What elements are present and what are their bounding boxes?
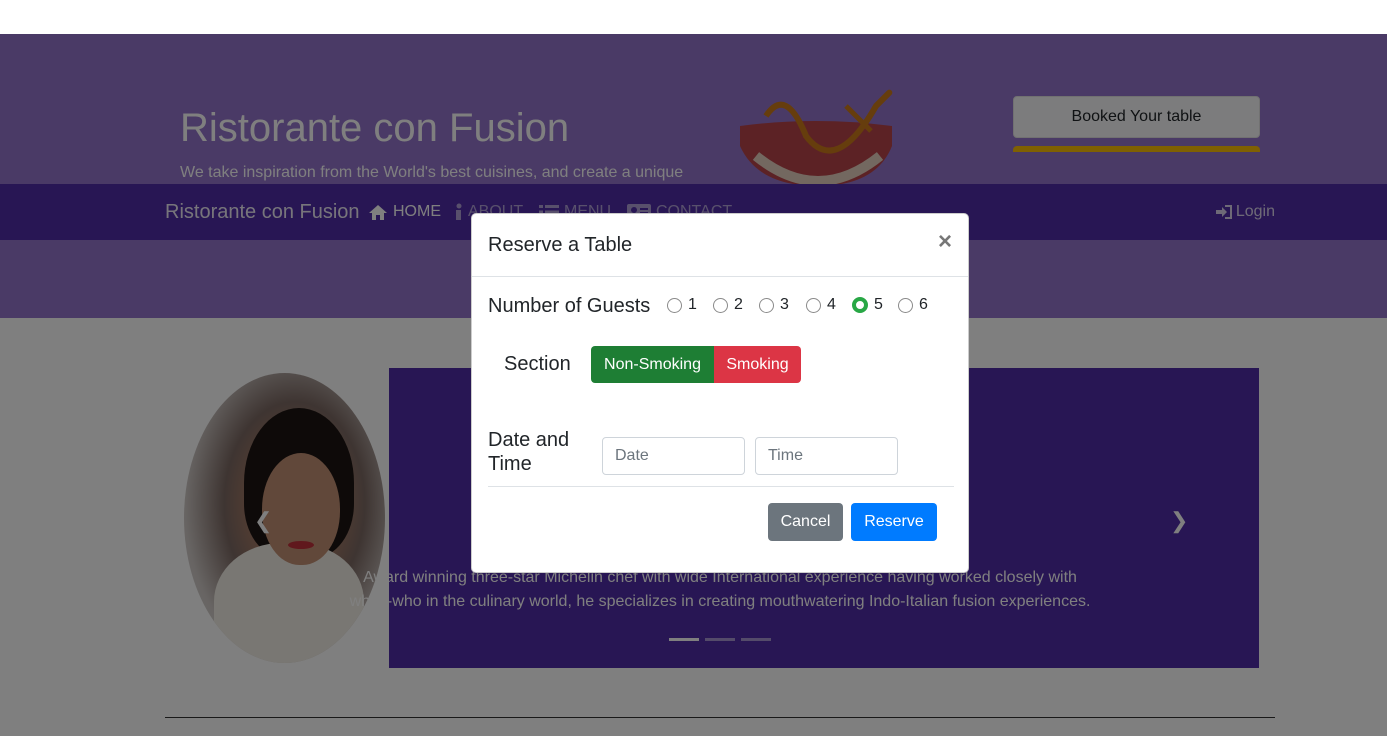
radio-label: 2 — [734, 296, 743, 313]
datetime-label: Date and Time — [488, 428, 569, 476]
guests-radio-3[interactable]: 3 — [759, 296, 789, 314]
guests-label: Number of Guests — [488, 295, 651, 317]
reserve-table-modal: Reserve a Table × Number of Guests 1 2 3… — [471, 213, 969, 573]
section-toggle: Non-Smoking Smoking — [591, 346, 801, 383]
radio-circle[interactable] — [806, 297, 821, 313]
modal-title: Reserve a Table — [488, 234, 633, 256]
radio-circle-checked[interactable] — [852, 297, 868, 313]
radio-label: 6 — [919, 296, 928, 313]
reserve-button[interactable]: Reserve — [851, 503, 937, 541]
non-smoking-button[interactable]: Non-Smoking — [591, 346, 714, 383]
datetime-label-line: Time — [488, 453, 532, 475]
smoking-button[interactable]: Smoking — [714, 346, 801, 383]
guests-radio-1[interactable]: 1 — [667, 296, 697, 314]
guests-radio-2[interactable]: 2 — [713, 296, 743, 314]
radio-label: 3 — [780, 296, 789, 313]
close-icon[interactable]: × — [938, 230, 952, 254]
guests-radio-4[interactable]: 4 — [806, 296, 836, 314]
radio-label: 1 — [688, 296, 697, 313]
time-input[interactable] — [755, 437, 898, 475]
guests-radio-5[interactable]: 5 — [852, 296, 883, 314]
date-input[interactable] — [602, 437, 745, 475]
radio-circle[interactable] — [898, 297, 913, 313]
section-label: Section — [504, 353, 571, 375]
radio-circle[interactable] — [759, 297, 774, 313]
radio-label: 4 — [827, 296, 836, 313]
modal-header: Reserve a Table × — [472, 214, 968, 277]
radio-label: 5 — [874, 296, 883, 313]
datetime-label-line: Date and — [488, 429, 570, 451]
top-blank-area — [0, 0, 1387, 34]
radio-circle[interactable] — [667, 297, 682, 313]
cancel-button[interactable]: Cancel — [768, 503, 843, 541]
radio-circle[interactable] — [713, 297, 728, 313]
guests-radio-6[interactable]: 6 — [898, 296, 928, 314]
modal-divider — [488, 486, 954, 487]
